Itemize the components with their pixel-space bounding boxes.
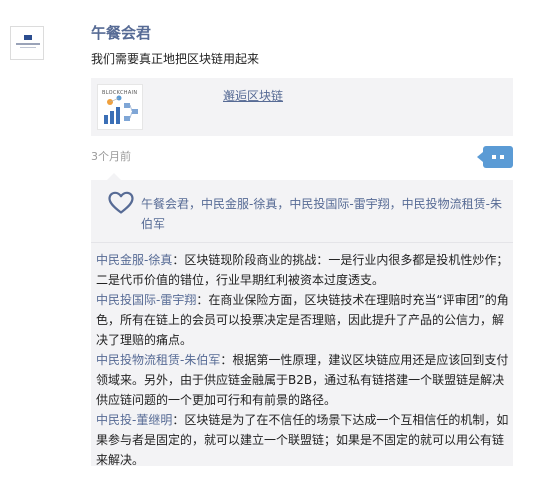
comment-item[interactable]: 中民投-董继明：区块链是为了在不信任的场景下达成一个互相信任的机制，如果参与者是…: [96, 410, 510, 470]
comment-item[interactable]: 中民投物流租赁-朱伯军：根据第一性原理，建议区块链应用还是应该回到支付领域来。另…: [96, 350, 510, 410]
link-thumbnail: BLOCKCHAIN: [97, 84, 143, 130]
post-timestamp: 3个月前: [91, 150, 131, 163]
comment-author[interactable]: 中民投物流租赁-朱伯军: [96, 353, 220, 367]
comment-list: 中民金服-徐真：区块链现阶段商业的挑战：一是行业内很多都是投机性炒作；二是代币价…: [96, 250, 510, 470]
avatar[interactable]: [10, 26, 44, 60]
comments-panel: 午餐会君，中民金服-徐真，中民投国际-雷宇翔，中民投物流租赁-朱伯军 中民金服-…: [91, 173, 513, 467]
comment-dots-icon: [492, 155, 496, 159]
comment-separator: ：: [220, 353, 233, 367]
comment-author[interactable]: 中民金服-徐真: [96, 253, 172, 267]
divider: [91, 242, 513, 243]
comment-item[interactable]: 中民投国际-雷宇翔：在商业保险方面，区块链技术在理赔时充当“评审团”的角色，所有…: [96, 290, 510, 350]
comment-author[interactable]: 中民投-董继明: [96, 413, 172, 427]
comment-separator: ：: [172, 413, 185, 427]
comment-button[interactable]: [477, 146, 513, 168]
logo-mark: [24, 35, 32, 40]
blockchain-illustration: [104, 95, 138, 124]
comment-separator: ：: [172, 253, 185, 267]
post-author[interactable]: 午餐会君: [91, 24, 151, 42]
comment-item[interactable]: 中民金服-徐真：区块链现阶段商业的挑战：一是行业内很多都是投机性炒作；二是代币价…: [96, 250, 510, 290]
comment-author[interactable]: 中民投国际-雷宇翔: [96, 293, 196, 307]
logo-text-line: [16, 43, 40, 45]
comment-separator: ：: [196, 293, 209, 307]
comment-dots-icon: [500, 155, 504, 159]
likes-list[interactable]: 午餐会君，中民金服-徐真，中民投国际-雷宇翔，中民投物流租赁-朱伯军: [141, 194, 509, 234]
logo-text-line: [20, 47, 36, 48]
link-title[interactable]: 邂逅区块链: [223, 89, 283, 103]
shared-link-card[interactable]: BLOCKCHAIN 邂逅区块链: [91, 78, 513, 136]
post-text: 我们需要真正地把区块链用起来: [91, 52, 260, 66]
heart-icon: [108, 191, 134, 214]
